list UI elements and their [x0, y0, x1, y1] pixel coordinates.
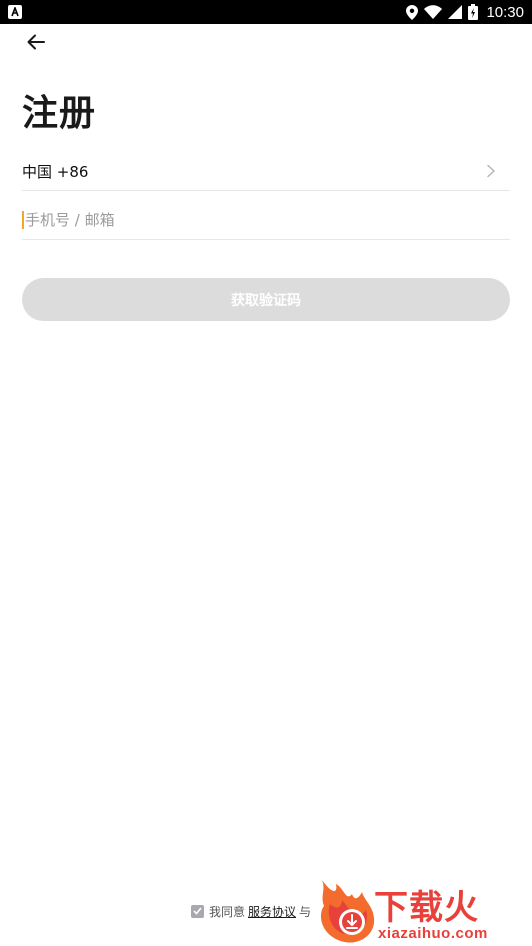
agreement-joiner: 与 [299, 904, 312, 919]
page-title: 注册 [22, 93, 97, 134]
watermark-logo: 下载火 xiazaihuo.com [316, 876, 532, 946]
watermark-title: 下载火 [374, 888, 479, 928]
location-icon [406, 4, 419, 20]
checkmark-icon [193, 907, 202, 915]
agreement-checkbox[interactable] [191, 904, 204, 918]
phone-email-field-row [22, 200, 510, 240]
battery-icon [468, 4, 479, 20]
get-verification-code-button[interactable]: 获取验证码 [22, 278, 510, 321]
arrow-left-icon [27, 34, 45, 50]
status-time: 10:30 [486, 3, 524, 21]
notification-a-icon [8, 5, 22, 19]
phone-email-input[interactable] [25, 210, 495, 229]
text-caret [22, 210, 24, 229]
signal-icon [448, 5, 463, 19]
country-code-selector[interactable]: 中国 +86 [22, 152, 510, 191]
agreement-row: 我同意 服务协议 与 [191, 902, 311, 920]
agreement-prefix: 我同意 [209, 904, 246, 919]
flame-download-icon [320, 880, 375, 943]
status-right: 10:30 [406, 4, 524, 21]
country-code-label: 中国 +86 [22, 162, 89, 181]
wifi-icon [424, 5, 443, 19]
status-left [8, 5, 22, 19]
watermark-url: xiazaihuo.com [378, 925, 488, 942]
service-agreement-link[interactable]: 服务协议 [248, 903, 296, 920]
chevron-right-icon [487, 164, 495, 178]
back-button[interactable] [22, 30, 50, 54]
status-bar: 10:30 [0, 0, 532, 24]
